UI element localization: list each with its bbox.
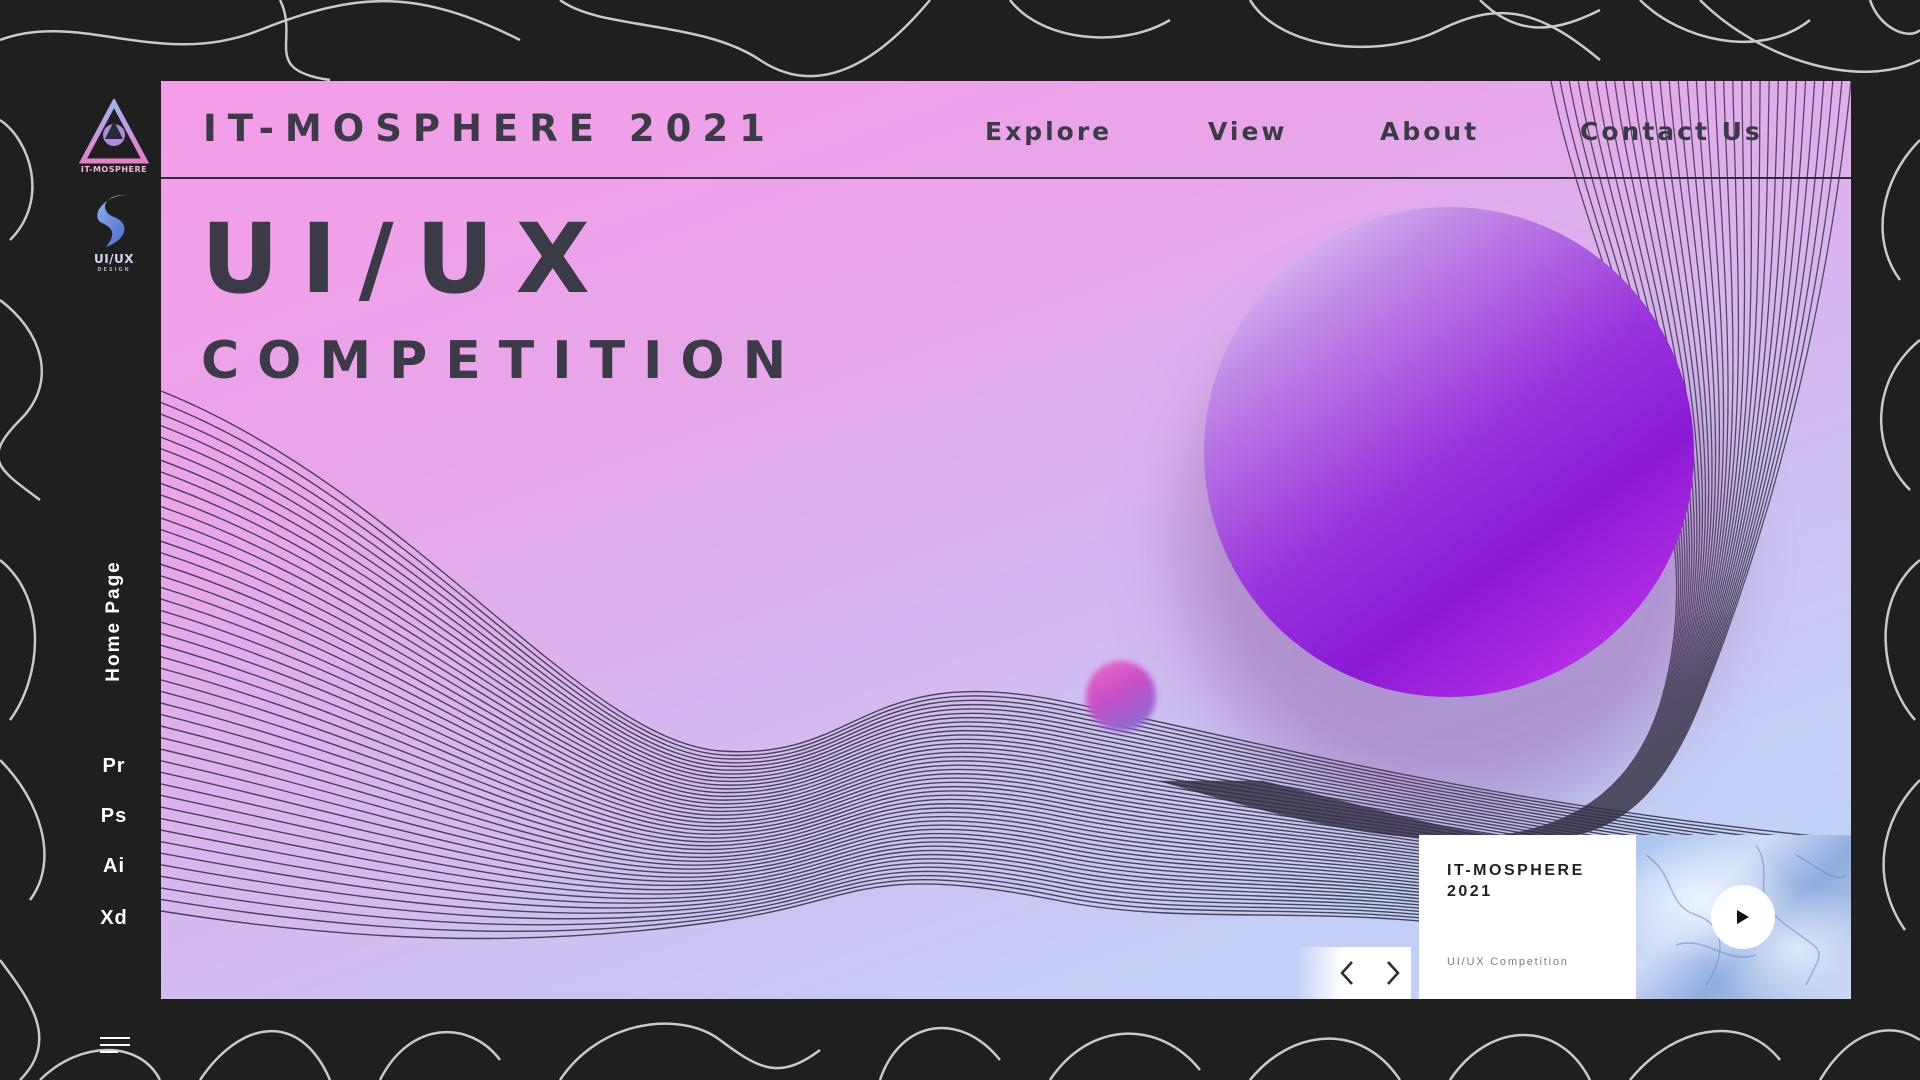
tool-illustrator[interactable]: Ai — [67, 855, 161, 878]
nav-view[interactable]: View — [1208, 117, 1288, 146]
hamburger-icon[interactable] — [100, 1037, 130, 1057]
chevron-left-icon[interactable] — [1336, 959, 1360, 987]
logo-uiux-sub: DESIGN — [97, 267, 131, 273]
chevron-right-icon[interactable] — [1380, 959, 1404, 987]
logo-event-label: IT-MOSPHERE — [80, 165, 148, 174]
home-page-link[interactable]: Home Page — [103, 560, 125, 681]
tool-photoshop[interactable]: Ps — [67, 805, 161, 828]
large-purple-sphere — [1204, 207, 1694, 697]
slider-controls — [1296, 947, 1411, 999]
brand-title[interactable]: IT-MOSPHERE 2021 — [203, 107, 776, 150]
video-thumbnail[interactable] — [1636, 835, 1851, 999]
hero-title: UI/UX — [201, 203, 612, 315]
small-pink-sphere — [1086, 661, 1156, 731]
sidebar: IT-MOSPHERE UI/UX DESIGN Home Page Pr Ps… — [67, 81, 161, 1053]
event-card[interactable]: IT-MOSPHERE 2021 UI/UX Competition — [1419, 835, 1636, 999]
nav-about[interactable]: About — [1380, 117, 1479, 146]
play-button[interactable] — [1711, 885, 1775, 949]
logo-uiux-label: UI/UX — [93, 252, 135, 266]
nav-explore[interactable]: Explore — [985, 117, 1112, 146]
event-card-title: IT-MOSPHERE 2021 — [1447, 862, 1585, 900]
tool-premiere[interactable]: Pr — [67, 755, 161, 778]
tool-xd[interactable]: Xd — [67, 907, 161, 930]
event-card-subtitle: UI/UX Competition — [1447, 956, 1569, 968]
play-icon — [1737, 910, 1749, 924]
hero-panel: IT-MOSPHERE 2021 Explore View About Cont… — [161, 81, 1851, 999]
top-navbar: IT-MOSPHERE 2021 Explore View About Cont… — [161, 81, 1851, 179]
hero-subtitle: COMPETITION — [201, 331, 805, 391]
nav-contact-us[interactable]: Contact Us — [1580, 117, 1763, 146]
